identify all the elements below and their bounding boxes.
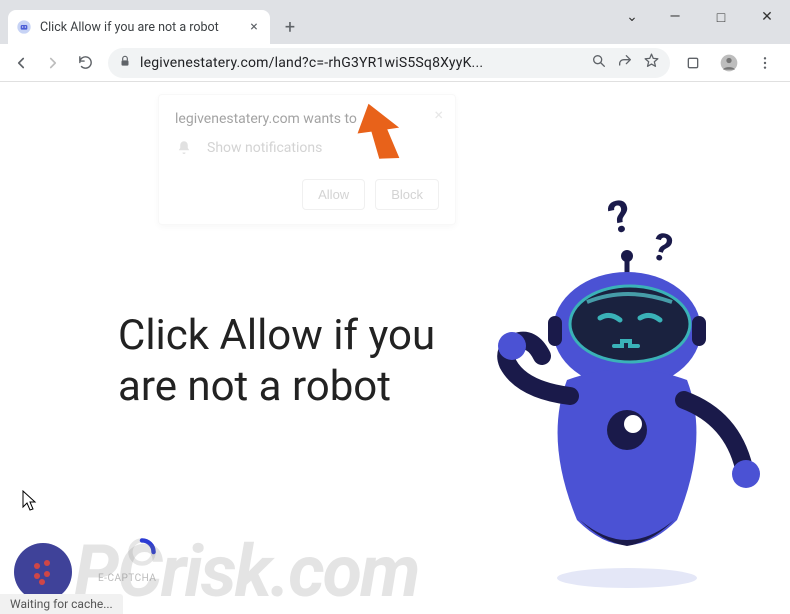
window-close-button[interactable]: ✕ bbox=[744, 0, 790, 34]
window-controls: ⌄ — □ ✕ bbox=[612, 0, 790, 34]
url-text: legivenestatery.com/land?c=-rhG3YR1wiS5S… bbox=[140, 55, 583, 71]
forward-button[interactable] bbox=[38, 48, 68, 78]
status-bar: Waiting for cache... bbox=[0, 594, 123, 614]
svg-text:?: ? bbox=[603, 190, 635, 245]
browser-toolbar: legivenestatery.com/land?c=-rhG3YR1wiS5S… bbox=[0, 44, 790, 82]
menu-dots-icon[interactable] bbox=[750, 48, 780, 78]
block-button[interactable]: Block bbox=[375, 179, 439, 210]
window-titlebar: Click Allow if you are not a robot × + ⌄… bbox=[0, 0, 790, 44]
pointer-arrow-icon bbox=[348, 100, 418, 170]
omnibox-actions bbox=[591, 52, 660, 73]
share-icon[interactable] bbox=[617, 53, 633, 73]
watermark-badge-icon bbox=[14, 543, 72, 601]
tab-favicon-robot-icon bbox=[16, 19, 32, 35]
reload-button[interactable] bbox=[70, 48, 100, 78]
window-maximize-button[interactable]: □ bbox=[698, 0, 744, 34]
extensions-icon[interactable] bbox=[678, 48, 708, 78]
robot-illustration: ? ? bbox=[452, 190, 772, 594]
page-content: × legivenestatery.com wants to Show noti… bbox=[0, 82, 790, 614]
new-tab-button[interactable]: + bbox=[276, 13, 304, 41]
address-bar[interactable]: legivenestatery.com/land?c=-rhG3YR1wiS5S… bbox=[108, 48, 670, 78]
bookmark-star-icon[interactable] bbox=[643, 52, 660, 73]
profile-avatar-icon[interactable] bbox=[714, 48, 744, 78]
popup-permission-text: Show notifications bbox=[207, 140, 322, 156]
tab-close-icon[interactable]: × bbox=[246, 19, 262, 35]
loading-spinner-icon bbox=[126, 536, 158, 568]
window-minimize-button[interactable]: — bbox=[652, 0, 698, 34]
popup-close-icon[interactable]: × bbox=[434, 105, 443, 124]
page-headline: Click Allow if you are not a robot bbox=[118, 310, 478, 412]
svg-text:?: ? bbox=[648, 225, 677, 272]
browser-tab[interactable]: Click Allow if you are not a robot × bbox=[8, 10, 270, 44]
allow-button[interactable]: Allow bbox=[302, 179, 365, 210]
toolbar-right-icons bbox=[678, 48, 784, 78]
window-dropdown-icon[interactable]: ⌄ bbox=[612, 0, 652, 34]
search-icon[interactable] bbox=[591, 53, 607, 73]
back-button[interactable] bbox=[6, 48, 36, 78]
ecaptcha-label: E-CAPTCHA bbox=[98, 573, 156, 584]
lock-icon bbox=[118, 54, 132, 72]
mouse-cursor-icon bbox=[22, 490, 38, 516]
tab-title: Click Allow if you are not a robot bbox=[40, 20, 238, 35]
bell-icon bbox=[175, 139, 193, 157]
